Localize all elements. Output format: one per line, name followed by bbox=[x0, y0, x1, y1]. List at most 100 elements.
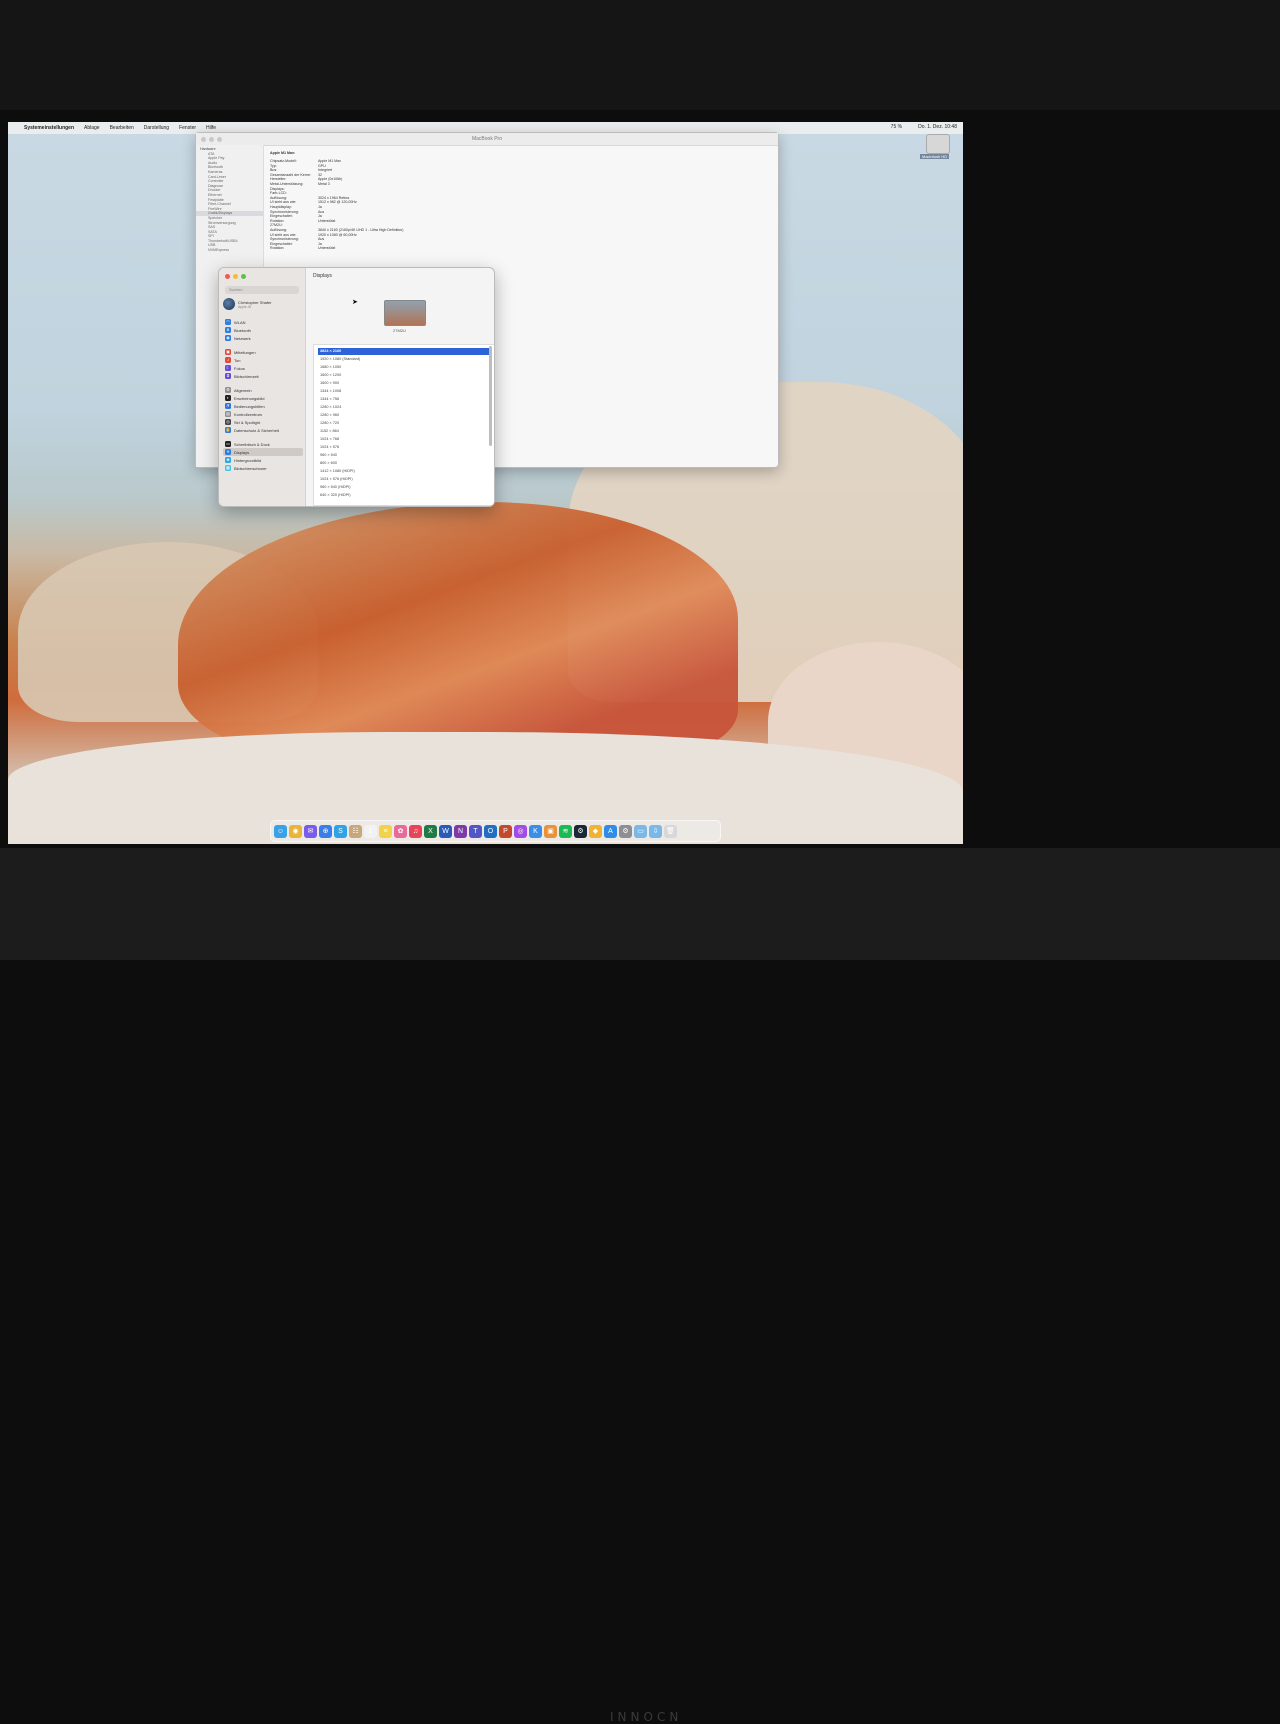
resolution-option[interactable]: 1680 × 1050 bbox=[314, 363, 494, 371]
resolution-option[interactable]: 1024 × 576 (HiDPI) bbox=[314, 475, 494, 483]
menu-bearbeiten[interactable]: Bearbeiten bbox=[110, 125, 134, 131]
sidebar-icon: ♪ bbox=[225, 357, 231, 363]
keynote-icon[interactable]: K bbox=[529, 824, 542, 838]
menu-app-name[interactable]: Systemeinstellungen bbox=[24, 125, 74, 131]
resolution-option[interactable]: 1920 × 1080 (Standard) bbox=[314, 355, 494, 363]
music-icon[interactable]: ♫ bbox=[409, 824, 422, 838]
sidebar-item-kontrollzentrum[interactable]: ▤ Kontrollzentrum bbox=[223, 410, 303, 418]
sidebar-item-label: Fokus bbox=[234, 365, 245, 371]
menu-darstellung[interactable]: Darstellung bbox=[144, 125, 169, 131]
zoom-button[interactable] bbox=[217, 137, 222, 142]
menu-ablage[interactable]: Ablage bbox=[84, 125, 100, 131]
resolution-option[interactable]: 1280 × 960 bbox=[314, 411, 494, 419]
info-value: Unterstützt bbox=[318, 246, 336, 251]
resolution-option[interactable]: 1280 × 720 bbox=[314, 419, 494, 427]
resolution-option[interactable]: 960 × 540 bbox=[314, 451, 494, 459]
podcast-icon[interactable]: ◎ bbox=[514, 824, 527, 838]
appstore-icon[interactable]: A bbox=[604, 824, 617, 838]
notes-icon[interactable]: ≡ bbox=[379, 824, 392, 838]
resolution-option[interactable]: 960 × 540 (HiDPI) bbox=[314, 483, 494, 491]
sidebar-icon: B bbox=[225, 327, 231, 333]
word-icon[interactable]: W bbox=[439, 824, 452, 838]
resolution-option[interactable]: 1024 × 576 bbox=[314, 443, 494, 451]
sidebar-item-datenschutz-sicherheit[interactable]: ✋ Datenschutz & Sicherheit bbox=[223, 426, 303, 434]
finder-icon[interactable]: ☺ bbox=[274, 824, 287, 838]
sidebar-item-mitteilungen[interactable]: ▣ Mitteilungen bbox=[223, 348, 303, 356]
spotify-icon[interactable]: ≋ bbox=[559, 824, 572, 838]
sidebar-item-erscheinungsbild[interactable]: ◐ Erscheinungsbild bbox=[223, 394, 303, 402]
teams-icon[interactable]: T bbox=[469, 824, 482, 838]
apple-id-row[interactable]: Christopher Shafer Apple-ID bbox=[223, 298, 272, 310]
info-value: 1512 x 982 @ 120,00Hz bbox=[318, 200, 357, 205]
resolution-option[interactable]: 1600 × 900 bbox=[314, 379, 494, 387]
scrollbar[interactable] bbox=[489, 346, 492, 446]
sidebar-item-netzwerk[interactable]: ◉ Netzwerk bbox=[223, 334, 303, 342]
sidebar-item-bedienungshilfen[interactable]: ♿ Bedienungshilfen bbox=[223, 402, 303, 410]
finder-folder-icon[interactable]: ▭ bbox=[634, 824, 647, 838]
sidebar-item-ton[interactable]: ♪ Ton bbox=[223, 356, 303, 364]
sidebar-item-wlan[interactable]: ◠ WLAN bbox=[223, 318, 303, 326]
sidebar-item-label: Siri & Spotlight bbox=[234, 419, 261, 425]
close-button[interactable] bbox=[201, 137, 206, 142]
sidebar-item-bluetooth[interactable]: B Bluetooth bbox=[223, 326, 303, 334]
menu-fenster[interactable]: Fenster bbox=[179, 125, 196, 131]
resolution-option[interactable]: 1280 × 1024 bbox=[314, 403, 494, 411]
sidebar-icon: ◐ bbox=[225, 395, 231, 401]
menu-status-area: 75 % Do. 1. Dez. 10:48 bbox=[881, 124, 957, 130]
resolution-option[interactable]: 3824 × 2160 bbox=[318, 348, 490, 355]
monitor-bezel-bottom: INNOCN bbox=[0, 848, 1280, 1724]
sidebar-item-hintergrundbild[interactable]: ❀ Hintergrundbild bbox=[223, 456, 303, 464]
resolution-option[interactable]: 1412 × 1080 (HiDPI) bbox=[314, 467, 494, 475]
sidebar-item-displays[interactable]: ☀ Displays bbox=[223, 448, 303, 456]
user-name: Christopher Shafer bbox=[238, 299, 272, 305]
resolution-option[interactable]: 1344 × 756 bbox=[314, 395, 494, 403]
zoom-button[interactable] bbox=[241, 274, 246, 279]
downloads-icon[interactable]: ⇩ bbox=[649, 824, 662, 838]
excel-icon[interactable]: X bbox=[424, 824, 437, 838]
settings-icon[interactable]: ⚙ bbox=[619, 824, 632, 838]
minimize-button[interactable] bbox=[233, 274, 238, 279]
resolution-option[interactable]: 640 × 320 (HiDPI) bbox=[314, 491, 494, 499]
sidebar-item-bildschirmschoner[interactable]: ▦ Bildschirmschoner bbox=[223, 464, 303, 472]
battery-percent[interactable]: 75 % bbox=[891, 124, 902, 130]
resolution-option[interactable]: 1024 × 768 bbox=[314, 435, 494, 443]
sidebar-item-label: Hintergrundbild bbox=[234, 457, 262, 463]
calendar-icon[interactable]: 1 bbox=[364, 824, 377, 838]
contacts-icon[interactable]: ☷ bbox=[349, 824, 362, 838]
system-info-sidebar-item[interactable]: NVMExpress bbox=[196, 248, 263, 253]
resolution-option[interactable]: 1152 × 864 bbox=[314, 427, 494, 435]
powerpoint-icon[interactable]: P bbox=[499, 824, 512, 838]
steam-icon[interactable]: ⚙ bbox=[574, 824, 587, 838]
sidebar-item-bildschirmzeit[interactable]: ⧗ Bildschirmzeit bbox=[223, 372, 303, 380]
minimize-button[interactable] bbox=[209, 137, 214, 142]
onenote-icon[interactable]: N bbox=[454, 824, 467, 838]
menu-clock[interactable]: Do. 1. Dez. 10:48 bbox=[918, 124, 957, 130]
sidebar-item-allgemein[interactable]: ⚙ Allgemein bbox=[223, 386, 303, 394]
hard-disk-icon[interactable] bbox=[926, 134, 950, 154]
resolution-list: 3824 × 2160 1920 × 1080 (Standard) 1680 × … bbox=[313, 344, 494, 506]
messenger-icon[interactable]: ✉ bbox=[304, 824, 317, 838]
resolution-option[interactable]: 1344 × 1008 bbox=[314, 387, 494, 395]
outlook-icon[interactable]: O bbox=[484, 824, 497, 838]
trash-icon[interactable]: 🗑 bbox=[664, 824, 677, 838]
sidebar-item-siri-spotlight[interactable]: ◎ Siri & Spotlight bbox=[223, 418, 303, 426]
sketch-icon[interactable]: ◆ bbox=[589, 824, 602, 838]
search-input[interactable]: Suchen bbox=[225, 286, 299, 294]
avatar bbox=[223, 298, 235, 310]
chrome-icon[interactable]: ◉ bbox=[289, 824, 302, 838]
safari-icon[interactable]: ⊕ bbox=[319, 824, 332, 838]
close-button[interactable] bbox=[225, 274, 230, 279]
menu-hilfe[interactable]: Hilfe bbox=[206, 125, 216, 131]
resolution-option[interactable]: 800 × 600 bbox=[314, 459, 494, 467]
box-icon[interactable]: ▣ bbox=[544, 824, 557, 838]
hard-disk-label[interactable]: Macintosh HD bbox=[920, 154, 950, 159]
sidebar-icon: ✋ bbox=[225, 427, 231, 433]
photos-icon[interactable]: ✿ bbox=[394, 824, 407, 838]
sidebar-item-schreibtisch-dock[interactable]: ▭ Schreibtisch & Dock bbox=[223, 440, 303, 448]
sidebar-item-fokus[interactable]: ☾ Fokus bbox=[223, 364, 303, 372]
info-row: Rotation: Unterstützt bbox=[270, 246, 404, 251]
mouse-cursor-icon: ➤ bbox=[352, 299, 358, 306]
skype-icon[interactable]: S bbox=[334, 824, 347, 838]
resolution-option[interactable]: 1600 × 1200 bbox=[314, 371, 494, 379]
monitor-thumbnail[interactable] bbox=[384, 300, 426, 326]
